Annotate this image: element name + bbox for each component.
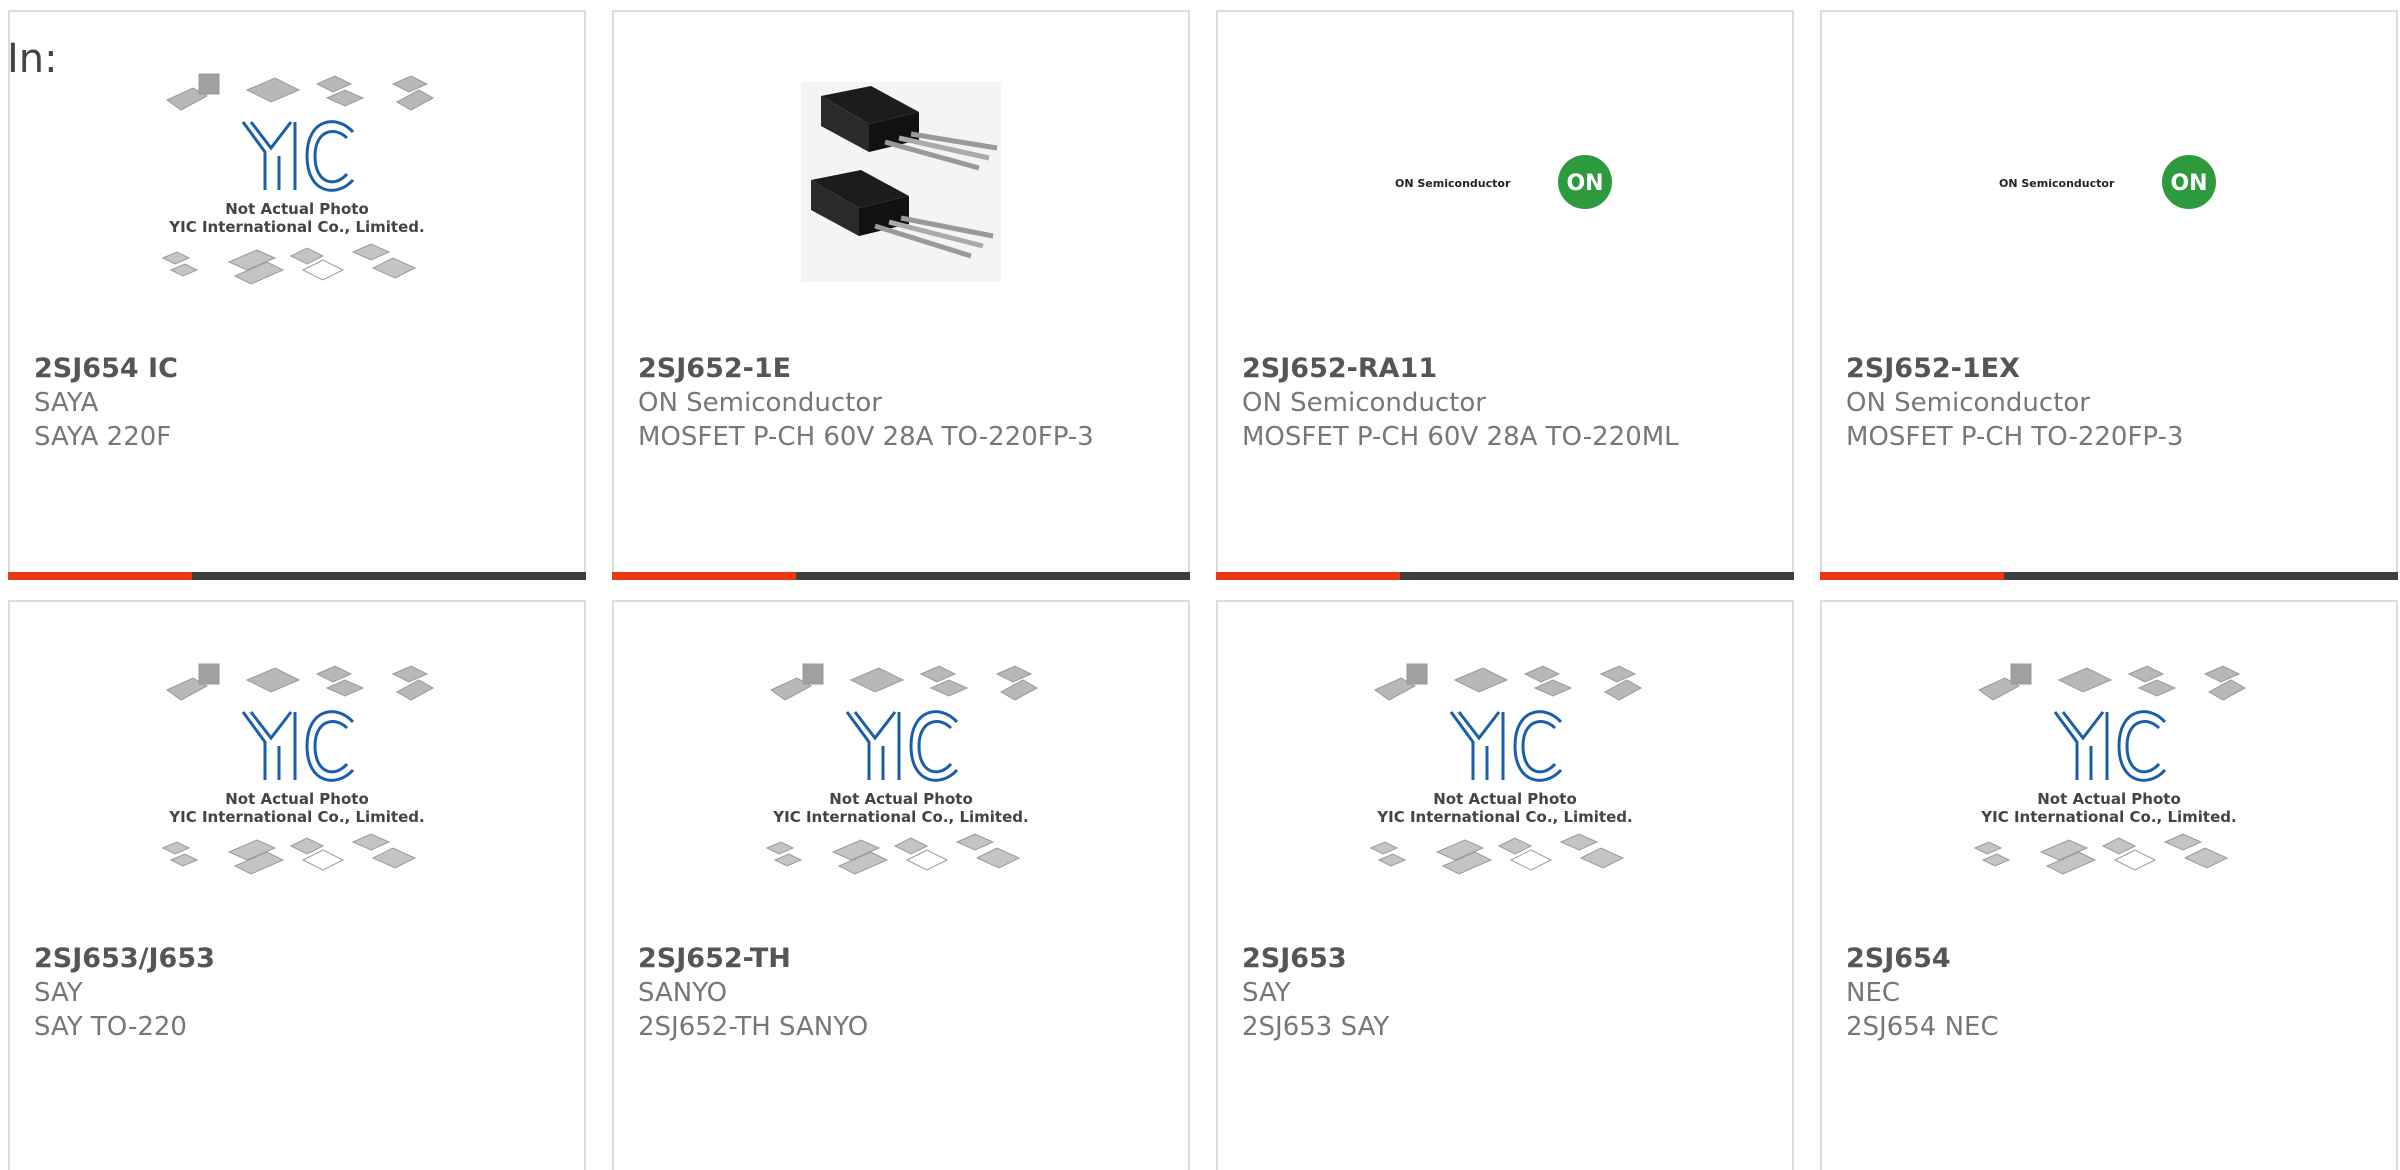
manufacturer: ON Semiconductor — [1242, 388, 1486, 418]
placeholder-note: Not Actual Photo — [225, 200, 369, 218]
manufacturer: SANYO — [638, 978, 728, 1008]
description: MOSFET P-CH 60V 28A TO-220FP-3 — [638, 422, 1094, 452]
product-image[interactable]: ON Semiconductor ON — [1218, 12, 1792, 352]
on-semiconductor-logo-icon: ON Semiconductor ON — [1999, 155, 2216, 209]
placeholder-note: Not Actual Photo — [225, 790, 369, 808]
card-progress-bar — [1820, 572, 2398, 580]
logo-wordmark: ON Semiconductor — [1395, 177, 1511, 190]
on-semiconductor-logo-icon: ON Semiconductor ON — [1395, 155, 1612, 209]
card-progress-bar — [612, 572, 1190, 580]
product-card[interactable]: Not Actual Photo YIC International Co., … — [8, 600, 586, 1170]
product-image[interactable]: Not Actual Photo YIC International Co., … — [1822, 602, 2396, 942]
card-progress-bar — [1216, 572, 1794, 580]
manufacturer: SAYA — [34, 388, 99, 418]
card-bar-accent — [1216, 572, 1400, 580]
manufacturer: SAY — [1242, 978, 1291, 1008]
part-number[interactable]: 2SJ652-1EX — [1846, 352, 2372, 386]
product-grid: Not Actual Photo YIC International Co., … — [0, 0, 2400, 1170]
product-image[interactable]: ON Semiconductor ON — [1822, 12, 2396, 352]
yic-placeholder-icon: Not Actual Photo YIC International Co., … — [765, 663, 1039, 875]
description: MOSFET P-CH TO-220FP-3 — [1846, 422, 2184, 452]
product-image[interactable]: Not Actual Photo YIC International Co., … — [10, 602, 584, 942]
product-image[interactable]: Not Actual Photo YIC International Co., … — [614, 602, 1188, 942]
description: SAY TO-220 — [34, 1012, 187, 1042]
product-info: 2SJ653/J653 SAY SAY TO-220 — [34, 942, 560, 1044]
product-image[interactable]: Not Actual Photo YIC International Co., … — [10, 12, 584, 352]
yic-placeholder-icon: Not Actual Photo YIC International Co., … — [1973, 663, 2247, 875]
description: SAYA 220F — [34, 422, 172, 452]
yic-placeholder-icon: Not Actual Photo YIC International Co., … — [161, 73, 435, 285]
manufacturer: SAY — [34, 978, 83, 1008]
description: 2SJ652-TH SANYO — [638, 1012, 869, 1042]
placeholder-company: YIC International Co., Limited. — [168, 808, 424, 826]
yic-placeholder-icon: Not Actual Photo YIC International Co., … — [161, 663, 435, 875]
part-number[interactable]: 2SJ654 IC — [34, 352, 560, 386]
product-info: 2SJ652-1E ON Semiconductor MOSFET P-CH 6… — [638, 352, 1164, 454]
logo-wordmark: ON Semiconductor — [1999, 177, 2115, 190]
manufacturer: ON Semiconductor — [1846, 388, 2090, 418]
placeholder-note: Not Actual Photo — [2037, 790, 2181, 808]
manufacturer: ON Semiconductor — [638, 388, 882, 418]
product-info: 2SJ654 IC SAYA SAYA 220F — [34, 352, 560, 454]
description: MOSFET P-CH 60V 28A TO-220ML — [1242, 422, 1679, 452]
card-bar-accent — [612, 572, 796, 580]
card-progress-bar — [8, 572, 586, 580]
product-image[interactable]: Not Actual Photo YIC International Co., … — [1218, 602, 1792, 942]
product-card[interactable]: 2SJ652-1E ON Semiconductor MOSFET P-CH 6… — [612, 10, 1190, 580]
description: 2SJ654 NEC — [1846, 1012, 1999, 1042]
product-card[interactable]: ON Semiconductor ON 2SJ652-RA11 ON Semic… — [1216, 10, 1794, 580]
part-number[interactable]: 2SJ652-1E — [638, 352, 1164, 386]
product-card[interactable]: Not Actual Photo YIC International Co., … — [1820, 600, 2398, 1170]
product-info: 2SJ653 SAY 2SJ653 SAY — [1242, 942, 1768, 1044]
product-info: 2SJ652-RA11 ON Semiconductor MOSFET P-CH… — [1242, 352, 1768, 454]
placeholder-note: Not Actual Photo — [1433, 790, 1577, 808]
part-number[interactable]: 2SJ652-TH — [638, 942, 1164, 976]
product-card[interactable]: Not Actual Photo YIC International Co., … — [1216, 600, 1794, 1170]
to220-transistor-icon — [801, 82, 1001, 282]
logo-badge: ON — [2170, 171, 2207, 196]
manufacturer: NEC — [1846, 978, 1901, 1008]
logo-badge: ON — [1566, 171, 1603, 196]
part-number[interactable]: 2SJ653 — [1242, 942, 1768, 976]
part-number[interactable]: 2SJ652-RA11 — [1242, 352, 1768, 386]
placeholder-company: YIC International Co., Limited. — [1376, 808, 1632, 826]
part-number[interactable]: 2SJ654 — [1846, 942, 2372, 976]
card-bar-accent — [8, 572, 192, 580]
product-card[interactable]: ON Semiconductor ON 2SJ652-1EX ON Semico… — [1820, 10, 2398, 580]
placeholder-company: YIC International Co., Limited. — [1980, 808, 2236, 826]
product-card[interactable]: Not Actual Photo YIC International Co., … — [8, 10, 586, 580]
description: 2SJ653 SAY — [1242, 1012, 1390, 1042]
product-info: 2SJ652-TH SANYO 2SJ652-TH SANYO — [638, 942, 1164, 1044]
product-info: 2SJ652-1EX ON Semiconductor MOSFET P-CH … — [1846, 352, 2372, 454]
part-number[interactable]: 2SJ653/J653 — [34, 942, 560, 976]
placeholder-company: YIC International Co., Limited. — [772, 808, 1028, 826]
product-card[interactable]: Not Actual Photo YIC International Co., … — [612, 600, 1190, 1170]
yic-placeholder-icon: Not Actual Photo YIC International Co., … — [1369, 663, 1643, 875]
product-image[interactable] — [614, 12, 1188, 352]
in-label: In: — [7, 36, 58, 82]
placeholder-company: YIC International Co., Limited. — [168, 218, 424, 236]
placeholder-note: Not Actual Photo — [829, 790, 973, 808]
product-info: 2SJ654 NEC 2SJ654 NEC — [1846, 942, 2372, 1044]
card-bar-accent — [1820, 572, 2004, 580]
